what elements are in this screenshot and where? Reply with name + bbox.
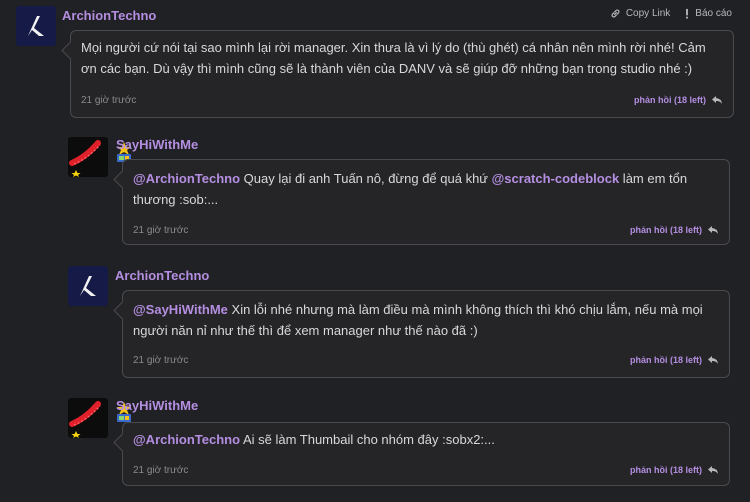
comment-text: @ArchionTechno Ai sẽ làm Thumbail cho nh… <box>133 429 719 450</box>
reply-arrow-icon <box>708 226 718 234</box>
reply-arrow-icon <box>708 356 718 364</box>
reply-label: phản hồi (18 left) <box>630 355 702 365</box>
comment-archiontechno-1: ArchionTechno Mọi người cứ nói tại sao m… <box>0 0 750 120</box>
mention-link[interactable]: @ArchionTechno <box>133 432 240 447</box>
mention-link[interactable]: @scratch-codeblock <box>492 171 620 186</box>
reply-arrow-icon <box>712 96 722 104</box>
reply-label: phản hồi (18 left) <box>630 465 702 475</box>
reply-sayhiwithme-2: SayHiWithMe @ArchionTechno Ai sẽ làm Thu… <box>0 392 750 502</box>
comment-username[interactable]: ArchionTechno <box>62 8 156 23</box>
comment-timestamp: 21 giờ trước <box>133 225 189 236</box>
reply-label: phản hồi (18 left) <box>634 95 706 105</box>
comment-text: Mọi người cứ nói tại sao mình lại rời ma… <box>81 40 706 76</box>
reply-archiontechno-2: ArchionTechno @SayHiWithMe Xin lỗi nhé n… <box>0 260 750 380</box>
reply-button[interactable]: phản hồi (18 left) <box>634 95 723 105</box>
comment-text-part: Ai sẽ làm Thumbail cho nhóm đây :sobx2:.… <box>240 432 495 447</box>
reply-button[interactable]: phản hồi (18 left) <box>630 355 719 365</box>
avatar[interactable] <box>68 137 108 177</box>
comment-username[interactable]: SayHiWithMe <box>116 398 198 413</box>
reply-button[interactable]: phản hồi (18 left) <box>630 465 719 475</box>
comment-bubble: @ArchionTechno Quay lại đi anh Tuấn nô, … <box>122 159 730 245</box>
comment-username[interactable]: SayHiWithMe <box>116 137 198 152</box>
comment-bubble: @SayHiWithMe Xin lỗi nhé nhưng mà làm đi… <box>122 290 730 378</box>
mention-link[interactable]: @SayHiWithMe <box>133 302 228 317</box>
avatar[interactable] <box>68 266 108 306</box>
comment-text: @SayHiWithMe Xin lỗi nhé nhưng mà làm đi… <box>133 299 719 341</box>
reply-button[interactable]: phản hồi (18 left) <box>630 225 719 235</box>
comment-bubble: @ArchionTechno Ai sẽ làm Thumbail cho nh… <box>122 422 730 486</box>
avatar[interactable] <box>16 6 56 46</box>
comment-bubble: Mọi người cứ nói tại sao mình lại rời ma… <box>70 30 734 118</box>
comment-timestamp: 21 giờ trước <box>81 95 137 106</box>
reply-arrow-icon <box>708 466 718 474</box>
comment-username[interactable]: ArchionTechno <box>115 268 209 283</box>
reply-sayhiwithme-1: SayHiWithMe @ArchionTechno Quay lại đi a… <box>0 130 750 250</box>
comment-text-part: Quay lại đi anh Tuấn nô, đừng để quá khứ <box>240 171 492 186</box>
avatar[interactable] <box>68 398 108 438</box>
comment-timestamp: 21 giờ trước <box>133 355 189 366</box>
comment-timestamp: 21 giờ trước <box>133 465 189 476</box>
reply-label: phản hồi (18 left) <box>630 225 702 235</box>
mention-link[interactable]: @ArchionTechno <box>133 171 240 186</box>
comment-text: @ArchionTechno Quay lại đi anh Tuấn nô, … <box>133 168 719 210</box>
